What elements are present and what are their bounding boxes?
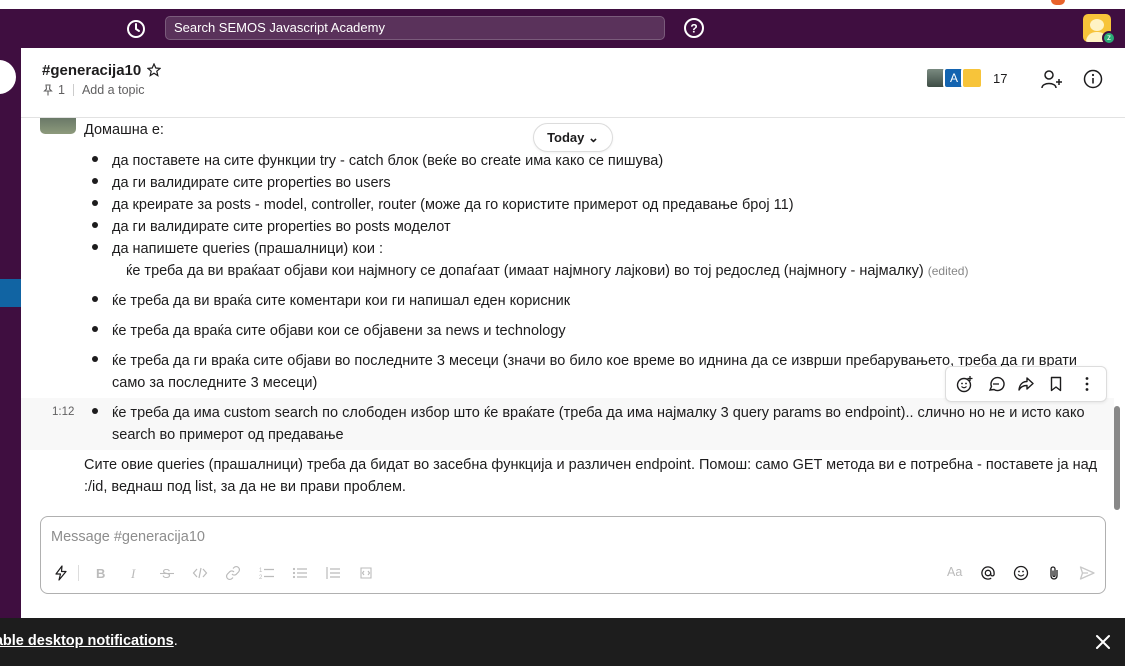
bullet-dot: [92, 326, 98, 332]
blockquote-icon[interactable]: [325, 565, 341, 581]
enable-notifications-link[interactable]: nable desktop notifications: [0, 633, 174, 649]
formatting-toggle[interactable]: Aa: [947, 565, 967, 581]
closing-paragraph: Сите овие queries (прашалници) треба да …: [84, 457, 1098, 495]
strikethrough-icon[interactable]: S: [159, 565, 175, 581]
list-item-text: да ги валидирате сите properties во post…: [112, 219, 451, 235]
link-icon[interactable]: [225, 565, 241, 581]
bullet-dot: [92, 178, 98, 184]
member-avatar: [961, 67, 983, 89]
close-icon[interactable]: [1094, 633, 1112, 651]
list-item-text: да ги валидирате сите properties во user…: [112, 175, 391, 191]
svg-text:1: 1: [259, 568, 263, 574]
code-block-icon[interactable]: [358, 565, 374, 581]
add-topic-link[interactable]: Add a topic: [82, 83, 145, 97]
svg-text:I: I: [130, 566, 136, 581]
message-actions-toolbar: [945, 366, 1107, 402]
message-pane: Домашна е: Today ⌄ 1:12 да поставете на …: [21, 118, 1114, 514]
ordered-list-icon[interactable]: 12: [259, 565, 275, 581]
svg-text:B: B: [96, 566, 105, 581]
bullet-dot: [92, 222, 98, 228]
bullet-dot: [92, 296, 98, 302]
workspace-icon[interactable]: [0, 60, 16, 94]
notification-suffix: .: [173, 633, 178, 649]
edited-label: (edited): [927, 264, 969, 278]
italic-icon[interactable]: I: [126, 565, 142, 581]
help-icon[interactable]: ?: [683, 17, 705, 39]
svg-text:2: 2: [259, 575, 263, 581]
message-input[interactable]: [51, 529, 951, 545]
bullet-dot: [92, 244, 98, 250]
pin-icon[interactable]: [42, 84, 54, 96]
bullet-dot: [92, 200, 98, 206]
member-list-button[interactable]: A 17: [925, 67, 1007, 89]
shortcuts-icon[interactable]: [53, 565, 69, 581]
sidebar-active-item[interactable]: [0, 279, 21, 307]
emoji-icon[interactable]: [1013, 565, 1029, 581]
add-user-icon[interactable]: [1041, 69, 1063, 89]
sub-item-text: ќе треба да ви враќаат објави кои најмно…: [126, 263, 924, 279]
date-divider-button[interactable]: Today ⌄: [533, 123, 613, 152]
history-icon[interactable]: [125, 18, 147, 40]
share-icon[interactable]: [1017, 375, 1035, 393]
reply-thread-icon[interactable]: [987, 375, 1005, 393]
bullet-dot: [92, 356, 98, 362]
list-item-text: да напишете queries (прашалници) кои :: [112, 241, 384, 257]
date-divider-label: Today: [547, 130, 585, 145]
code-icon[interactable]: [192, 565, 208, 581]
star-icon[interactable]: [146, 62, 162, 77]
message-composer: B I S 12 Aa: [40, 516, 1106, 594]
sidebar: [0, 48, 21, 618]
pinned-count[interactable]: 1: [58, 83, 65, 97]
send-icon[interactable]: [1079, 565, 1095, 581]
list-item-text: ќе треба да враќа сите објави кои се обј…: [112, 323, 566, 339]
list-item: ќе треба да ви враќа сите коментари кои …: [84, 290, 1112, 312]
list-item-text: да креирате за posts - model, controller…: [112, 197, 794, 213]
bulleted-list-icon[interactable]: [292, 565, 308, 581]
mention-icon[interactable]: [980, 565, 996, 581]
svg-text:?: ?: [690, 22, 697, 36]
list-item: ќе треба да има custom search по слободе…: [84, 402, 1112, 446]
channel-title[interactable]: #generacija10: [42, 62, 141, 79]
presence-icon: z: [1102, 31, 1116, 45]
notification-text: nable desktop notifications.: [0, 633, 178, 649]
channel-header: #generacija10 1 Add a topic A 17: [21, 48, 1125, 118]
list-item-text: ќе треба да има custom search по слободе…: [112, 405, 1085, 443]
bold-icon[interactable]: B: [93, 565, 109, 581]
sub-list-item: ќе треба да ви враќаат објави кои најмно…: [126, 260, 968, 282]
avatar-face: [1090, 19, 1104, 31]
message-scrollbar[interactable]: [1114, 406, 1120, 510]
list-item: да креирате за posts - model, controller…: [84, 194, 1112, 216]
browser-indicator: [1051, 0, 1065, 5]
list-item: да поставете на сите функции try - catch…: [84, 150, 1112, 172]
search-input[interactable]: Search SEMOS Javascript Academy: [165, 16, 665, 40]
add-reaction-icon[interactable]: [956, 375, 974, 393]
toolbar-divider: [78, 565, 79, 581]
channel-meta: 1 Add a topic: [42, 83, 145, 97]
bullet-dot: [92, 156, 98, 162]
attach-icon[interactable]: [1046, 565, 1062, 581]
list-item-text: да поставете на сите функции try - catch…: [112, 153, 664, 169]
bullet-dot: [92, 408, 98, 414]
member-count: 17: [993, 70, 1008, 86]
message-timestamp[interactable]: 1:12: [52, 406, 74, 418]
chevron-down-icon: ⌄: [588, 130, 599, 145]
meta-divider: [72, 84, 74, 96]
list-item-text: ќе треба да ви враќа сите коментари кои …: [112, 293, 571, 309]
message-intro: Домашна е:: [84, 122, 164, 138]
list-item: ќе треба да враќа сите објави кои се обј…: [84, 320, 1112, 342]
list-item: да напишете queries (прашалници) кои :: [84, 238, 1112, 260]
list-item: да ги валидирате сите properties во post…: [84, 216, 1112, 238]
list-item: да ги валидирате сите properties во user…: [84, 172, 1112, 194]
notification-bar: nable desktop notifications.: [0, 618, 1125, 666]
info-icon[interactable]: [1083, 69, 1103, 89]
bookmark-icon[interactable]: [1047, 375, 1065, 393]
browser-strip: [0, 0, 1125, 9]
more-actions-icon[interactable]: [1078, 375, 1096, 393]
sender-avatar[interactable]: [40, 118, 76, 134]
